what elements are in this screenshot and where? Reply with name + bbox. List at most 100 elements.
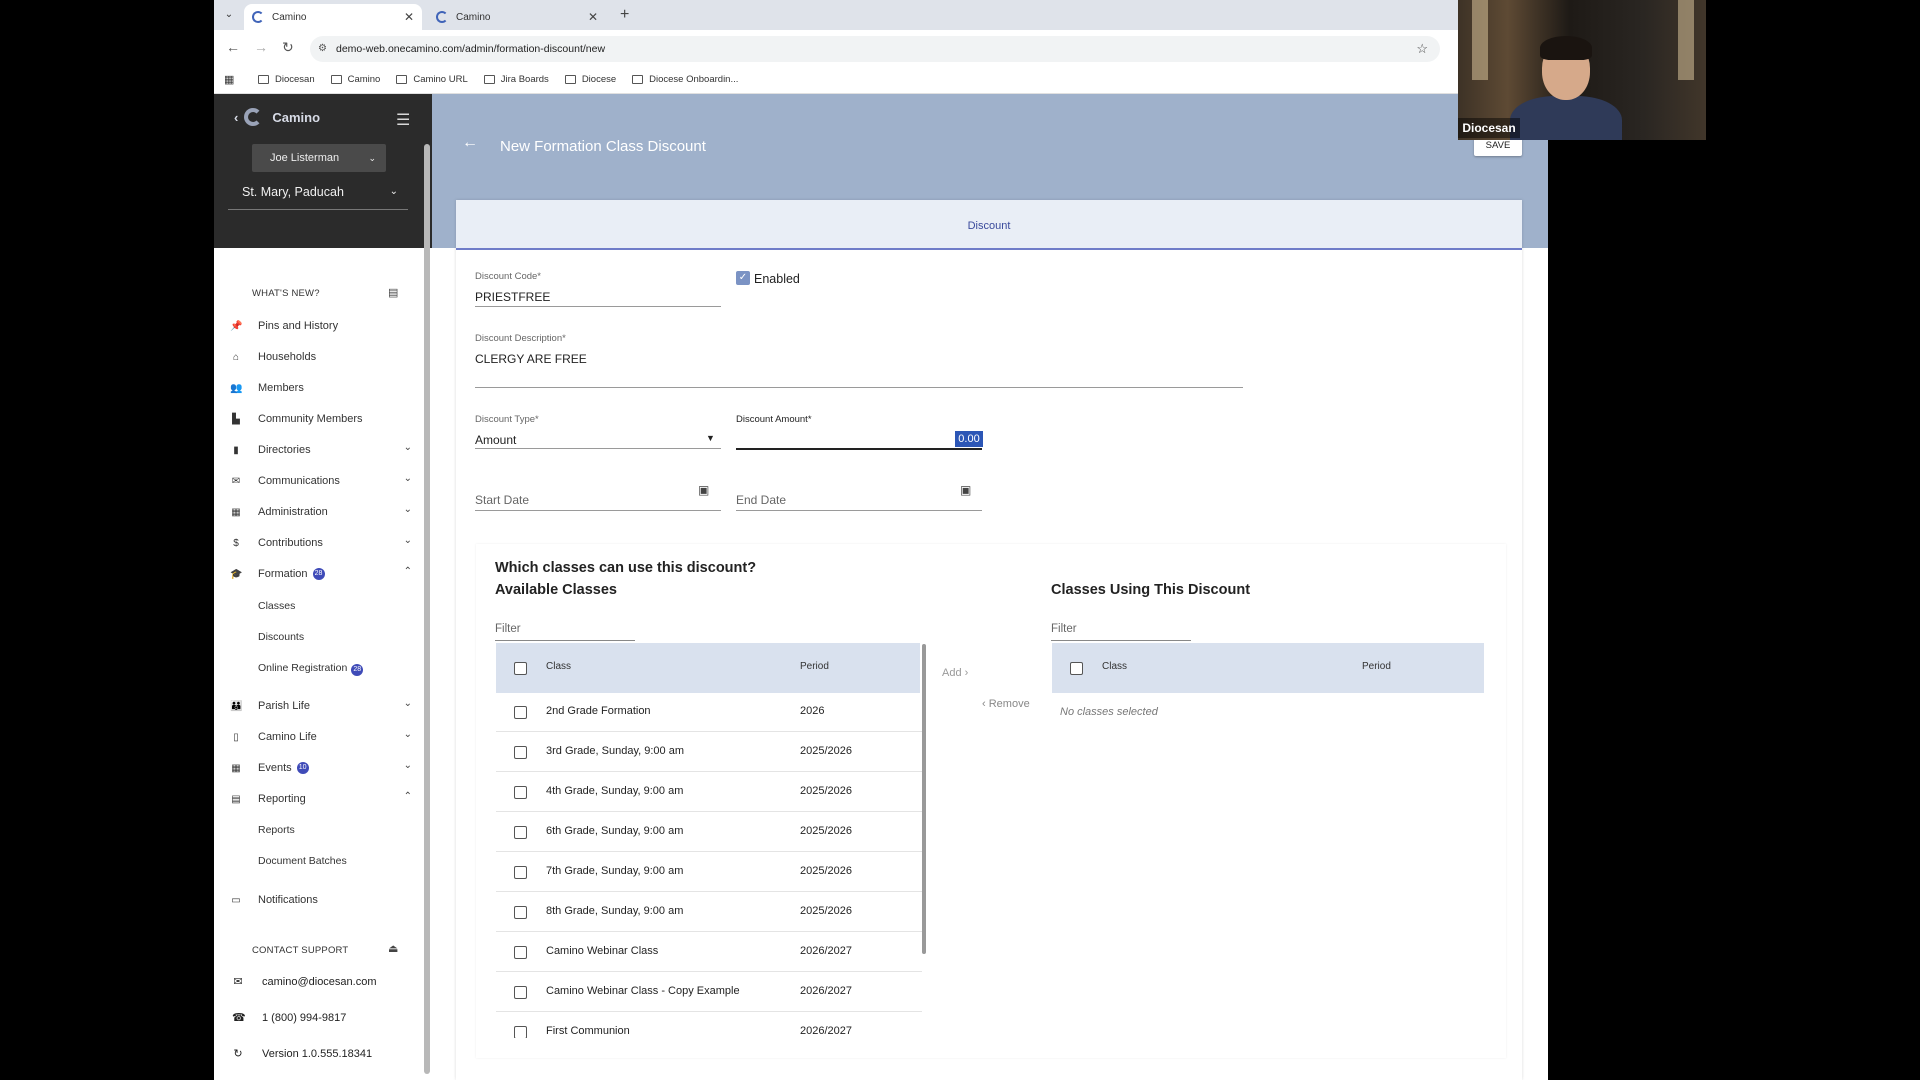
row-checkbox[interactable] [514, 1026, 527, 1038]
bookmark-diocese[interactable]: Diocese [564, 74, 616, 85]
close-tab-icon[interactable]: ✕ [588, 10, 598, 24]
reload-icon[interactable]: ↻ [282, 39, 294, 56]
sidebar-item-directories[interactable]: ▮ Directories ⌄ [230, 439, 420, 461]
brand[interactable]: ‹ Camino [234, 108, 320, 126]
sidebar-item-events[interactable]: ▦ Events 10 ⌄ [230, 757, 420, 779]
row-checkbox[interactable] [514, 946, 527, 959]
user-selector[interactable]: Joe Listerman ⌄ [252, 144, 386, 172]
sidebar-item-reporting[interactable]: ▤ Reporting ⌃ [230, 788, 420, 810]
row-checkbox[interactable] [514, 786, 527, 799]
select-all-checkbox[interactable] [1070, 662, 1083, 675]
sidebar-item-community-members[interactable]: ▙ Community Members [230, 408, 420, 430]
bookmark-diocesan[interactable]: Diocesan [258, 74, 315, 85]
table-row[interactable]: 6th Grade, Sunday, 9:00 am 2025/2026 [496, 812, 922, 852]
whats-new-heading[interactable]: WHAT'S NEW? [252, 288, 320, 299]
sidebar-subitem-discounts[interactable]: Discounts [258, 631, 304, 643]
class-period: 2025/2026 [800, 905, 852, 917]
row-checkbox[interactable] [514, 906, 527, 919]
table-row[interactable]: First Communion 2026/2027 [496, 1012, 922, 1038]
parish-selector[interactable]: St. Mary, Paducah ⌄ [228, 182, 408, 210]
chevron-down-icon: ⌄ [368, 153, 376, 163]
class-period: 2025/2026 [800, 785, 852, 797]
start-date-input[interactable]: Start Date [475, 493, 529, 507]
notification-badge: 10 [296, 762, 309, 774]
support-email[interactable]: ✉ camino@diocesan.com [232, 975, 422, 989]
row-checkbox[interactable] [514, 986, 527, 999]
support-phone[interactable]: ☎ 1 (800) 994-9817 [232, 1011, 422, 1025]
sidebar-subitem-classes[interactable]: Classes [258, 600, 295, 612]
hamburger-menu-icon[interactable]: ☰ [396, 110, 410, 130]
column-header-class[interactable]: Class [546, 661, 571, 672]
discount-amount-input[interactable]: 0.00 [955, 431, 983, 447]
calendar-icon[interactable]: ▣ [960, 483, 971, 497]
sidebar-item-administration[interactable]: ▦ Administration ⌄ [230, 501, 420, 523]
browser-tab-1[interactable]: Camino ✕ [244, 4, 422, 30]
discount-type-select[interactable]: Amount [475, 433, 516, 447]
column-header-period[interactable]: Period [1362, 661, 1391, 672]
sidebar-subitem-reports[interactable]: Reports [258, 824, 295, 836]
bookmark-camino-url[interactable]: Camino URL [396, 74, 468, 85]
end-date-input[interactable]: End Date [736, 493, 786, 507]
column-header-class[interactable]: Class [1102, 661, 1127, 672]
add-button[interactable]: Add › [942, 667, 968, 679]
discount-description-input[interactable]: CLERGY ARE FREE [475, 352, 587, 366]
discount-code-input[interactable]: PRIESTFREE [475, 290, 550, 304]
table-row[interactable]: Camino Webinar Class - Copy Example 2026/… [496, 972, 922, 1012]
sidebar-item-communications[interactable]: ✉ Communications ⌄ [230, 470, 420, 492]
tab-search-icon[interactable]: ⌄ [222, 8, 236, 22]
row-checkbox[interactable] [514, 866, 527, 879]
select-all-checkbox[interactable] [514, 662, 527, 675]
sidebar-item-households[interactable]: ⌂ Households [230, 346, 420, 368]
url-field[interactable]: ⚙ demo-web.onecamino.com/admin/formation… [310, 36, 1440, 62]
close-tab-icon[interactable]: ✕ [404, 10, 414, 24]
bookmark-jira-boards[interactable]: Jira Boards [483, 74, 549, 85]
table-row[interactable]: Camino Webinar Class 2026/2027 [496, 932, 922, 972]
calendar-icon[interactable]: ▣ [698, 483, 709, 497]
class-name: 3rd Grade, Sunday, 9:00 am [546, 745, 684, 757]
table-row[interactable]: 7th Grade, Sunday, 9:00 am 2025/2026 [496, 852, 922, 892]
available-scrollbar[interactable] [922, 644, 926, 954]
enabled-checkbox[interactable]: ✓ [736, 271, 750, 285]
sidebar-item-pins-history[interactable]: 📌 Pins and History [230, 315, 420, 337]
discount-amount-label: Discount Amount* [736, 414, 812, 425]
using-filter-input[interactable]: Filter [1051, 623, 1077, 635]
back-icon[interactable]: ← [226, 39, 240, 55]
notification-badge: 28 [351, 664, 364, 676]
sidebar-item-contributions[interactable]: $ Contributions ⌄ [230, 532, 420, 554]
forward-icon[interactable]: → [254, 39, 268, 55]
notification-badge: 28 [312, 568, 325, 580]
sidebar-subitem-document-batches[interactable]: Document Batches [258, 855, 347, 867]
bookmark-star-icon[interactable]: ☆ [1416, 36, 1428, 62]
sidebar-item-camino-life[interactable]: ▯ Camino Life ⌄ [230, 726, 420, 748]
chevron-left-icon[interactable]: ‹ [234, 110, 238, 125]
sidebar-item-formation[interactable]: 🎓 Formation 28 ⌃ [230, 563, 420, 585]
discount-code-underline [475, 306, 721, 307]
tab-discount[interactable]: Discount [456, 200, 1522, 250]
camino-logo-icon [244, 108, 263, 126]
row-checkbox[interactable] [514, 746, 527, 759]
sidebar-item-members[interactable]: 👥 Members [230, 377, 420, 399]
row-checkbox[interactable] [514, 706, 527, 719]
dropdown-arrow-icon[interactable]: ▼ [706, 433, 715, 443]
table-row[interactable]: 2nd Grade Formation 2026 [496, 692, 922, 732]
bookmark-diocese-onboarding[interactable]: Diocese Onboardin... [632, 74, 738, 85]
apps-grid-icon[interactable]: ▦ [224, 73, 238, 86]
bookmark-camino[interactable]: Camino [330, 74, 380, 85]
column-header-period[interactable]: Period [800, 661, 829, 672]
table-row[interactable]: 4th Grade, Sunday, 9:00 am 2025/2026 [496, 772, 922, 812]
newspaper-icon[interactable]: ▤ [388, 286, 398, 299]
row-checkbox[interactable] [514, 826, 527, 839]
sidebar-item-notifications[interactable]: ▭ Notifications [230, 889, 420, 911]
sidebar-subitem-online-registration[interactable]: Online Registration 28 [258, 662, 364, 676]
site-info-icon[interactable]: ⚙ [318, 36, 327, 62]
sidebar-item-parish-life[interactable]: 👪 Parish Life ⌄ [230, 695, 420, 717]
sidebar-scrollbar[interactable] [424, 144, 430, 1074]
remove-button[interactable]: ‹ Remove [982, 698, 1030, 710]
sidebar-header: ‹ Camino ☰ Joe Listerman ⌄ St. Mary, Pad… [214, 94, 432, 248]
back-arrow-icon[interactable]: ← [462, 134, 478, 152]
available-filter-input[interactable]: Filter [495, 623, 521, 635]
table-row[interactable]: 3rd Grade, Sunday, 9:00 am 2025/2026 [496, 732, 922, 772]
table-row[interactable]: 8th Grade, Sunday, 9:00 am 2025/2026 [496, 892, 922, 932]
browser-tab-2[interactable]: Camino ✕ [428, 4, 606, 30]
new-tab-icon[interactable]: + [620, 6, 629, 24]
